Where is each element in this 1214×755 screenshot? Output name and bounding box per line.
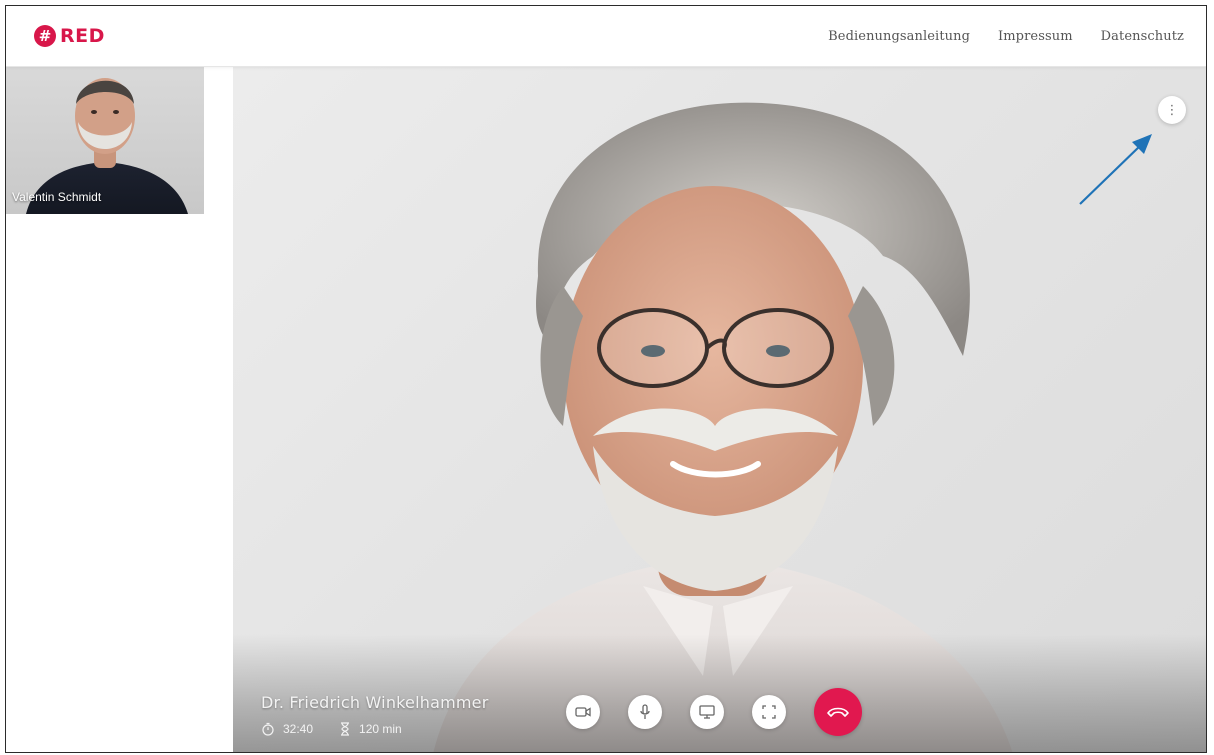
brand-logo[interactable]: # RED (34, 25, 105, 47)
more-options-button[interactable]: ⋮ (1158, 96, 1186, 124)
top-nav: Bedienungsanleitung Impressum Datenschut… (828, 6, 1184, 66)
screen-share-icon (699, 705, 715, 719)
remote-caller-name: Dr. Friedrich Winkelhammer (261, 693, 489, 712)
stopwatch-icon (262, 722, 274, 736)
call-meta: 32:40 120 min (261, 722, 402, 736)
vertical-dots-icon: ⋮ (1165, 102, 1179, 117)
camera-icon (575, 707, 591, 717)
nav-link-bedienungsanleitung[interactable]: Bedienungsanleitung (828, 29, 970, 44)
microphone-icon (640, 704, 650, 719)
fullscreen-button[interactable] (752, 695, 786, 729)
scheduled-duration: 120 min (339, 722, 402, 736)
hourglass-icon (341, 722, 350, 736)
self-preview-name: Valentin Schmidt (12, 190, 102, 204)
nav-link-impressum[interactable]: Impressum (998, 29, 1073, 44)
self-video-preview[interactable]: Valentin Schmidt (6, 66, 204, 214)
hang-up-icon (827, 707, 849, 717)
fullscreen-icon (762, 705, 776, 719)
top-bar: # RED Bedienungsanleitung Impressum Date… (6, 6, 1206, 67)
brand-name: RED (60, 25, 105, 47)
hang-up-button[interactable] (814, 688, 862, 736)
camera-toggle-button[interactable] (566, 695, 600, 729)
elapsed-time-value: 32:40 (283, 722, 314, 736)
screen-share-button[interactable] (690, 695, 724, 729)
nav-link-datenschutz[interactable]: Datenschutz (1101, 29, 1184, 44)
call-controls (566, 688, 862, 736)
scheduled-duration-value: 120 min (359, 722, 402, 736)
hashtag-logo-icon: # (34, 25, 56, 47)
microphone-toggle-button[interactable] (628, 695, 662, 729)
elapsed-time: 32:40 (261, 722, 313, 736)
remote-video-stage[interactable]: ⋮ Dr. Friedrich Winkelhammer 32:40 120 m… (233, 66, 1206, 752)
app-window: # RED Bedienungsanleitung Impressum Date… (5, 5, 1207, 753)
